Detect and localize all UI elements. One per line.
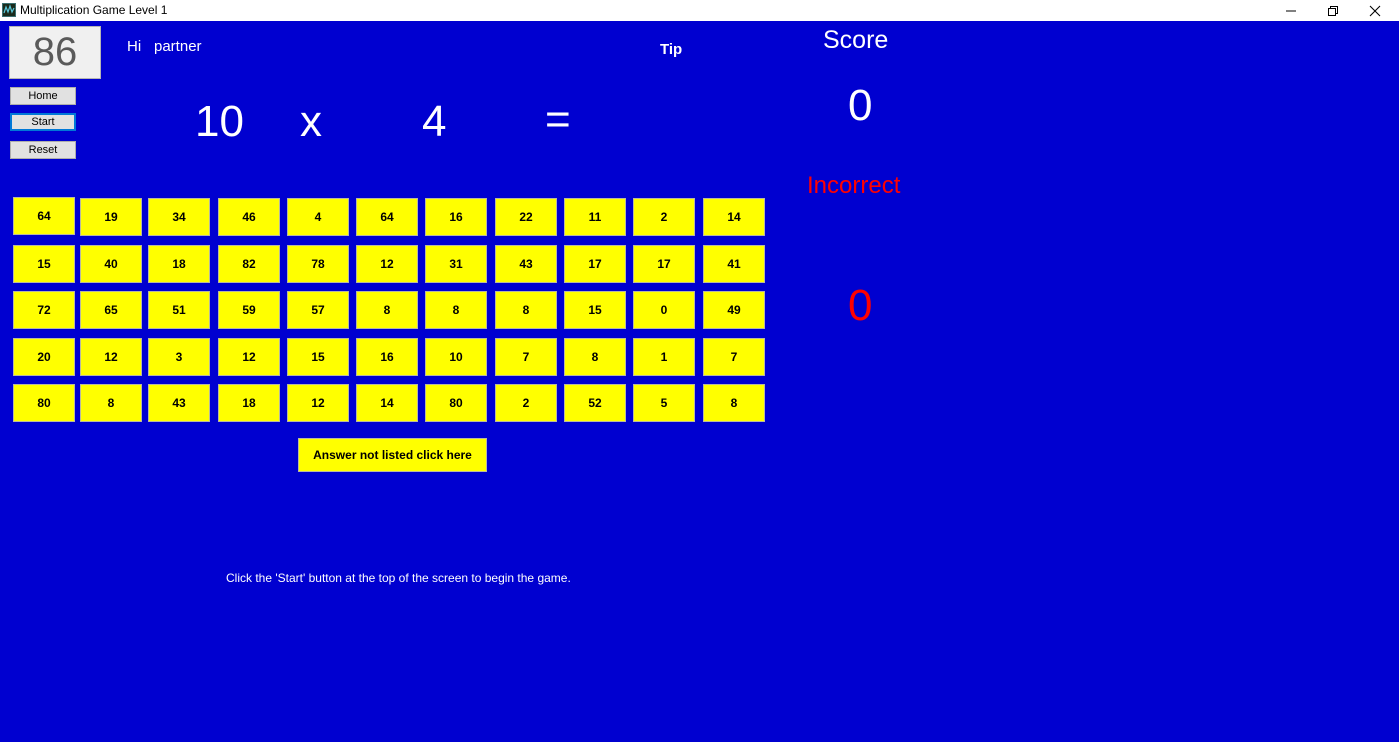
answer-cell[interactable]: 12 <box>218 338 280 376</box>
answer-cell[interactable]: 17 <box>633 245 695 283</box>
minimize-icon[interactable] <box>1270 0 1312 21</box>
operand-a: 10 <box>195 97 244 146</box>
answer-cell[interactable]: 46 <box>218 198 280 236</box>
answer-cell[interactable]: 34 <box>148 198 210 236</box>
operand-b: 4 <box>422 97 447 146</box>
answer-cell[interactable]: 12 <box>356 245 418 283</box>
answer-cell[interactable]: 8 <box>425 291 487 329</box>
answer-cell[interactable]: 43 <box>148 384 210 422</box>
greeting-hi: Hi <box>127 38 142 55</box>
answer-cell[interactable]: 8 <box>356 291 418 329</box>
answer-cell[interactable]: 16 <box>356 338 418 376</box>
answer-cell[interactable]: 1 <box>633 338 695 376</box>
answer-cell[interactable]: 80 <box>13 384 75 422</box>
start-button[interactable]: Start <box>10 113 76 131</box>
answer-cell[interactable]: 16 <box>425 198 487 236</box>
answer-cell[interactable]: 14 <box>356 384 418 422</box>
player-name: partner <box>154 38 202 55</box>
tip-label: Tip <box>660 41 683 58</box>
answer-cell[interactable]: 18 <box>148 245 210 283</box>
answer-cell[interactable]: 31 <box>425 245 487 283</box>
answer-cell[interactable]: 43 <box>495 245 557 283</box>
answer-cell[interactable]: 52 <box>564 384 626 422</box>
answer-cell[interactable]: 10 <box>425 338 487 376</box>
score-label: Score <box>823 26 889 54</box>
answer-cell[interactable]: 19 <box>80 198 142 236</box>
answer-cell[interactable]: 4 <box>287 198 349 236</box>
score-value: 0 <box>848 81 873 130</box>
answer-cell[interactable]: 22 <box>495 198 557 236</box>
answer-cell[interactable]: 8 <box>80 384 142 422</box>
answer-not-listed-button[interactable]: Answer not listed click here <box>298 438 487 472</box>
answer-cell[interactable]: 59 <box>218 291 280 329</box>
countdown-display: 86 <box>9 26 101 79</box>
operator: x <box>300 97 322 146</box>
restore-icon[interactable] <box>1312 0 1354 21</box>
answer-cell[interactable]: 82 <box>218 245 280 283</box>
answer-cell[interactable]: 40 <box>80 245 142 283</box>
answer-cell[interactable]: 8 <box>564 338 626 376</box>
close-icon[interactable] <box>1354 0 1396 21</box>
incorrect-value: 0 <box>848 281 873 330</box>
answer-cell[interactable]: 64 <box>13 197 75 235</box>
answer-cell[interactable]: 5 <box>633 384 695 422</box>
title-bar: Multiplication Game Level 1 <box>0 0 1399 21</box>
answer-cell[interactable]: 41 <box>703 245 765 283</box>
answer-cell[interactable]: 3 <box>148 338 210 376</box>
answer-cell[interactable]: 11 <box>564 198 626 236</box>
reset-button[interactable]: Reset <box>10 141 76 159</box>
answer-cell[interactable]: 17 <box>564 245 626 283</box>
answer-cell[interactable]: 51 <box>148 291 210 329</box>
answer-cell[interactable]: 14 <box>703 198 765 236</box>
answer-cell[interactable]: 8 <box>495 291 557 329</box>
answer-cell[interactable]: 15 <box>13 245 75 283</box>
instructions-text: Click the 'Start' button at the top of t… <box>226 571 571 585</box>
answer-cell[interactable]: 2 <box>633 198 695 236</box>
answer-cell[interactable]: 0 <box>633 291 695 329</box>
home-button[interactable]: Home <box>10 87 76 105</box>
answer-cell[interactable]: 7 <box>703 338 765 376</box>
answer-cell[interactable]: 7 <box>495 338 557 376</box>
game-area: 86 Home Start Reset Hi partner Tip 10 x … <box>0 21 1399 742</box>
equals-sign: = <box>545 95 571 144</box>
answer-cell[interactable]: 57 <box>287 291 349 329</box>
answer-cell[interactable]: 18 <box>218 384 280 422</box>
answer-cell[interactable]: 78 <box>287 245 349 283</box>
answer-cell[interactable]: 8 <box>703 384 765 422</box>
window-title: Multiplication Game Level 1 <box>20 3 168 17</box>
answer-cell[interactable]: 49 <box>703 291 765 329</box>
app-icon <box>2 3 16 17</box>
answer-cell[interactable]: 15 <box>287 338 349 376</box>
incorrect-label: Incorrect <box>807 172 901 199</box>
answer-cell[interactable]: 64 <box>356 198 418 236</box>
answer-cell[interactable]: 12 <box>287 384 349 422</box>
answer-cell[interactable]: 72 <box>13 291 75 329</box>
answer-cell[interactable]: 12 <box>80 338 142 376</box>
app-window: Multiplication Game Level 1 86 Home Star… <box>0 0 1399 744</box>
answer-cell[interactable]: 20 <box>13 338 75 376</box>
answer-cell[interactable]: 15 <box>564 291 626 329</box>
answer-cell[interactable]: 65 <box>80 291 142 329</box>
answer-cell[interactable]: 80 <box>425 384 487 422</box>
answer-cell[interactable]: 2 <box>495 384 557 422</box>
